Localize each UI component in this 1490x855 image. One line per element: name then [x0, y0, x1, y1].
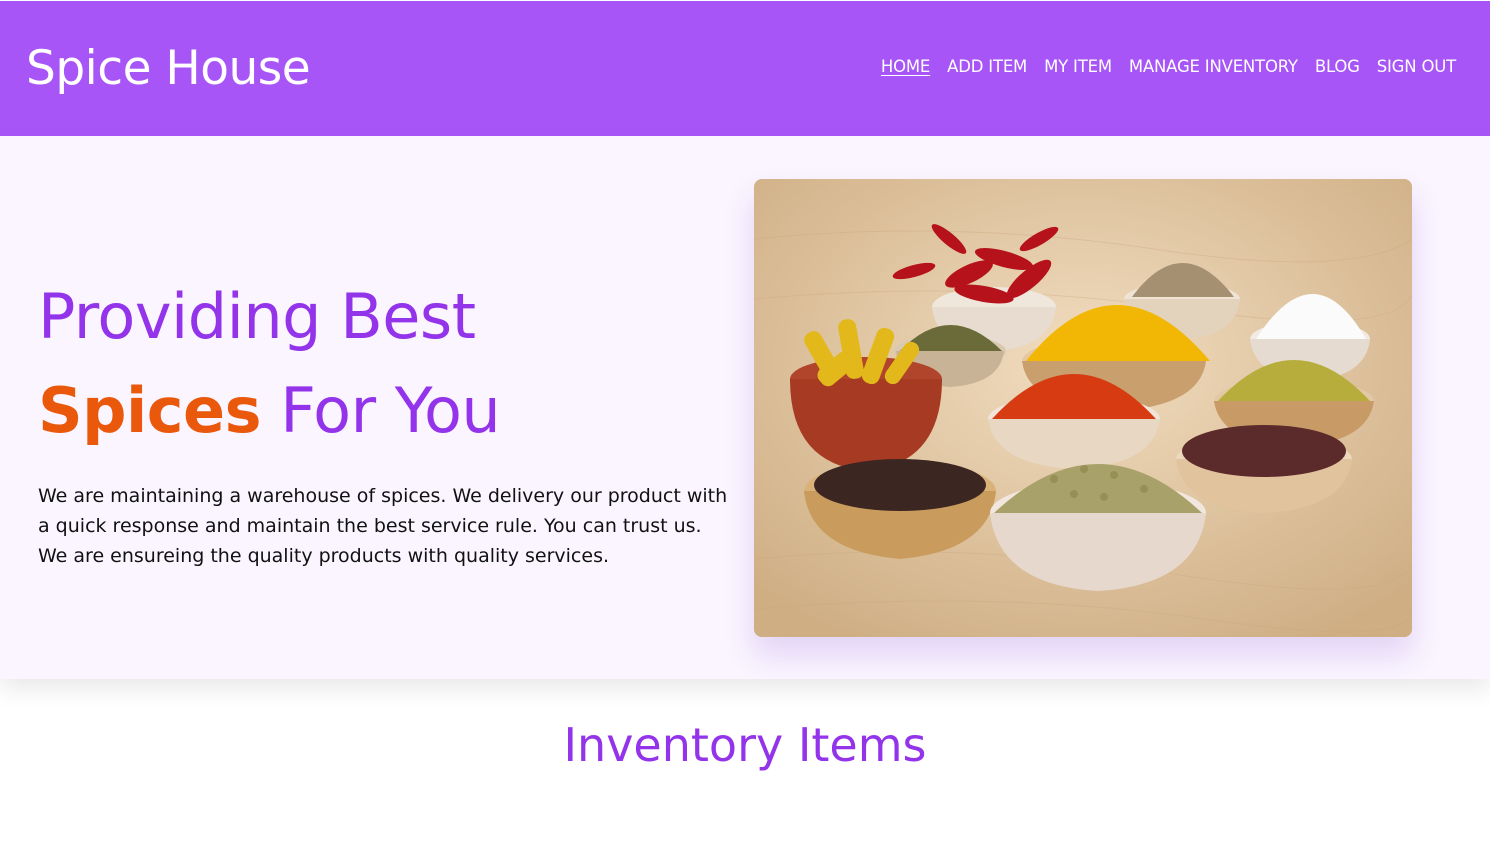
- nav-link-sign-out[interactable]: SIGN OUT: [1377, 57, 1456, 76]
- hero-text-block: Providing Best Spices For You We are mai…: [38, 270, 738, 571]
- hero-banner: Providing Best Spices For You We are mai…: [0, 136, 1490, 679]
- nav-link-blog[interactable]: BLOG: [1315, 57, 1360, 76]
- brand-logo-text[interactable]: Spice House: [26, 41, 311, 96]
- headline-accent-word: Spices: [38, 374, 262, 447]
- hero-description: We are maintaining a warehouse of spices…: [38, 485, 728, 567]
- nav-link-add-item[interactable]: ADD ITEM: [947, 57, 1027, 76]
- nav-link-manage-inventory[interactable]: MANAGE INVENTORY: [1129, 57, 1298, 76]
- headline-line-1: Providing Best: [38, 280, 476, 353]
- nav-link-home[interactable]: HOME: [881, 57, 930, 76]
- spice-bowls-illustration: [754, 179, 1412, 637]
- hero-headline: Providing Best Spices For You: [38, 270, 738, 458]
- main-nav: HOME ADD ITEM MY ITEM MANAGE INVENTORY B…: [881, 57, 1456, 76]
- spice-bowls-image: [754, 179, 1412, 637]
- inventory-section-title: Inventory Items: [563, 718, 927, 772]
- headline-line-2-rest: For You: [280, 374, 501, 447]
- nav-link-my-item[interactable]: MY ITEM: [1044, 57, 1112, 76]
- top-navbar: Spice House HOME ADD ITEM MY ITEM MANAGE…: [0, 1, 1490, 136]
